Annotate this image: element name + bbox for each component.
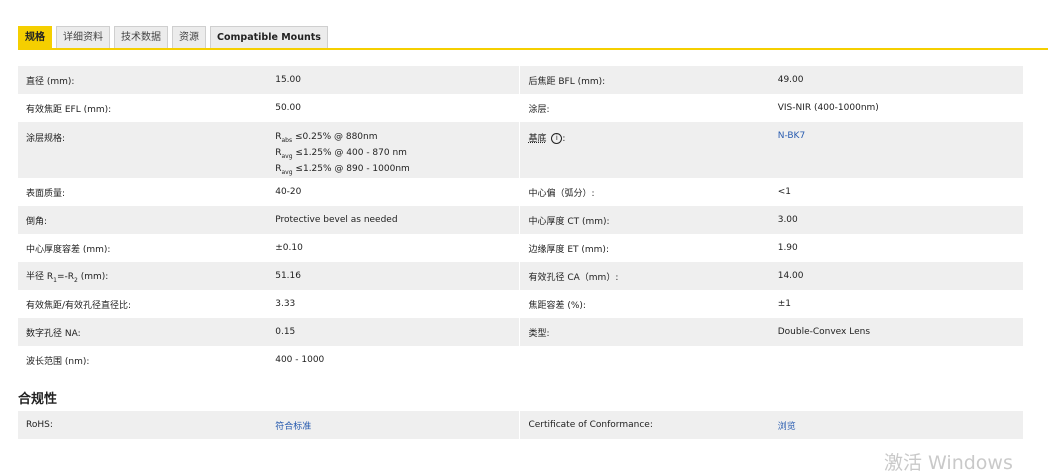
spec-label: RoHS:: [18, 411, 268, 439]
spec-value: 50.00: [275, 103, 301, 113]
table-row: 半径 R1=-R2 (mm): 51.16 有效孔径 CA（mm）: 14.00: [18, 262, 1023, 291]
tab-resources[interactable]: 资源: [172, 26, 206, 48]
tab-underline: [18, 48, 1048, 50]
coating-spec-line: Rabs ≤0.25% @ 880nm: [275, 132, 378, 144]
spec-value: 3.33: [275, 299, 296, 310]
spec-value: 40-20: [275, 187, 302, 198]
spec-value: ±0.10: [275, 243, 303, 254]
compliance-table: RoHS: 符合标准 Certificate of Conformance: 浏…: [18, 411, 1023, 439]
table-row: 中心厚度容差 (mm): ±0.10 边缘厚度 ET (mm): 1.90: [18, 234, 1023, 263]
table-row: 有效焦距 EFL (mm): 50.00 涂层: VIS-NIR (400-10…: [18, 94, 1023, 122]
coc-view-link[interactable]: 浏览: [778, 422, 796, 432]
spec-value: 符合标准: [267, 411, 520, 439]
coating-spec-line: Ravg ≤1.25% @ 890 - 1000nm: [275, 163, 410, 176]
spec-label: 倒角:: [18, 206, 268, 235]
spec-value: 15.00: [267, 66, 520, 94]
spec-label: 表面质量:: [26, 188, 66, 199]
spec-value: 3.00: [769, 206, 1023, 235]
spec-label: 中心厚度容差 (mm):: [26, 244, 111, 255]
tab-specs[interactable]: 规格: [18, 26, 52, 48]
substrate-link[interactable]: N-BK7: [778, 131, 805, 141]
table-row: 表面质量: 40-20 中心偏（弧分）: <1: [18, 178, 1023, 207]
spec-label: 数字孔径 NA:: [18, 318, 268, 347]
table-row: 有效焦距/有效孔径直径比: 3.33 焦距容差 (%): ±1: [18, 290, 1023, 319]
spec-value: 14.00: [769, 262, 1023, 291]
table-row: 直径 (mm): 15.00 后焦距 BFL (mm): 49.00: [18, 66, 1023, 94]
spec-value: 49.00: [769, 66, 1023, 94]
spec-label: 有效焦距 EFL (mm):: [26, 104, 112, 115]
tab-tech-data[interactable]: 技术数据: [114, 26, 168, 48]
spec-label: 基底 i:: [519, 122, 770, 179]
coating-spec-values: Rabs ≤0.25% @ 880nm Ravg ≤1.25% @ 400 - …: [267, 122, 520, 179]
spec-value: N-BK7: [769, 122, 1023, 179]
table-row: 倒角: Protective bevel as needed 中心厚度 CT (…: [18, 206, 1023, 235]
spec-value: 0.15: [267, 318, 520, 347]
spec-label: 类型:: [519, 318, 770, 347]
spec-label: 后焦距 BFL (mm):: [519, 66, 770, 94]
tab-bar: 规格 详细资料 技术数据 资源 Compatible Mounts: [18, 26, 328, 48]
spec-value: Protective bevel as needed: [267, 206, 520, 235]
spec-label: 半径 R1=-R2 (mm):: [18, 262, 268, 291]
spec-label: 有效焦距/有效孔径直径比:: [26, 300, 132, 311]
spec-value: <1: [777, 187, 791, 198]
coating-spec-line: Ravg ≤1.25% @ 400 - 870 nm: [275, 147, 407, 160]
compliance-title: 合规性: [18, 392, 58, 407]
spec-value: VIS-NIR (400-1000nm): [777, 103, 879, 113]
substrate-label[interactable]: 基底: [528, 134, 546, 144]
rohs-link[interactable]: 符合标准: [275, 422, 311, 432]
tab-details[interactable]: 详细资料: [56, 26, 110, 48]
spec-label: 涂层:: [519, 94, 770, 122]
spec-label: 边缘厚度 ET (mm):: [519, 234, 770, 263]
spec-label: 中心厚度 CT (mm):: [519, 206, 770, 235]
table-row: 涂层规格: Rabs ≤0.25% @ 880nm Ravg ≤1.25% @ …: [18, 122, 1023, 179]
table-row: 数字孔径 NA: 0.15 类型: Double-Convex Lens: [18, 318, 1023, 347]
spec-label: Certificate of Conformance:: [519, 411, 770, 439]
spec-label: 有效孔径 CA（mm）:: [519, 262, 770, 291]
spec-value: 400 - 1000: [275, 355, 325, 366]
spec-value: 1.90: [777, 243, 798, 254]
spec-label: 焦距容差 (%):: [519, 290, 770, 319]
windows-activation-watermark: 激活 Windows: [884, 452, 1013, 474]
specs-table: 直径 (mm): 15.00 后焦距 BFL (mm): 49.00 有效焦距 …: [18, 66, 1023, 375]
spec-label: 波长范围 (nm):: [26, 356, 90, 367]
empty-cell: [770, 346, 1023, 374]
spec-value: 51.16: [267, 262, 520, 291]
spec-value: 浏览: [769, 411, 1023, 439]
spec-label: 直径 (mm):: [18, 66, 268, 94]
spec-value: ±1: [777, 299, 791, 310]
table-row: RoHS: 符合标准 Certificate of Conformance: 浏…: [18, 411, 1023, 439]
spec-value: Double-Convex Lens: [769, 318, 1023, 347]
tab-compatible-mounts[interactable]: Compatible Mounts: [210, 26, 328, 48]
empty-cell: [519, 346, 770, 375]
info-icon[interactable]: i: [551, 133, 563, 144]
spec-label: 中心偏（弧分）:: [519, 178, 770, 207]
spec-label: 涂层规格:: [18, 122, 268, 179]
table-row: 波长范围 (nm): 400 - 1000: [18, 346, 1023, 375]
